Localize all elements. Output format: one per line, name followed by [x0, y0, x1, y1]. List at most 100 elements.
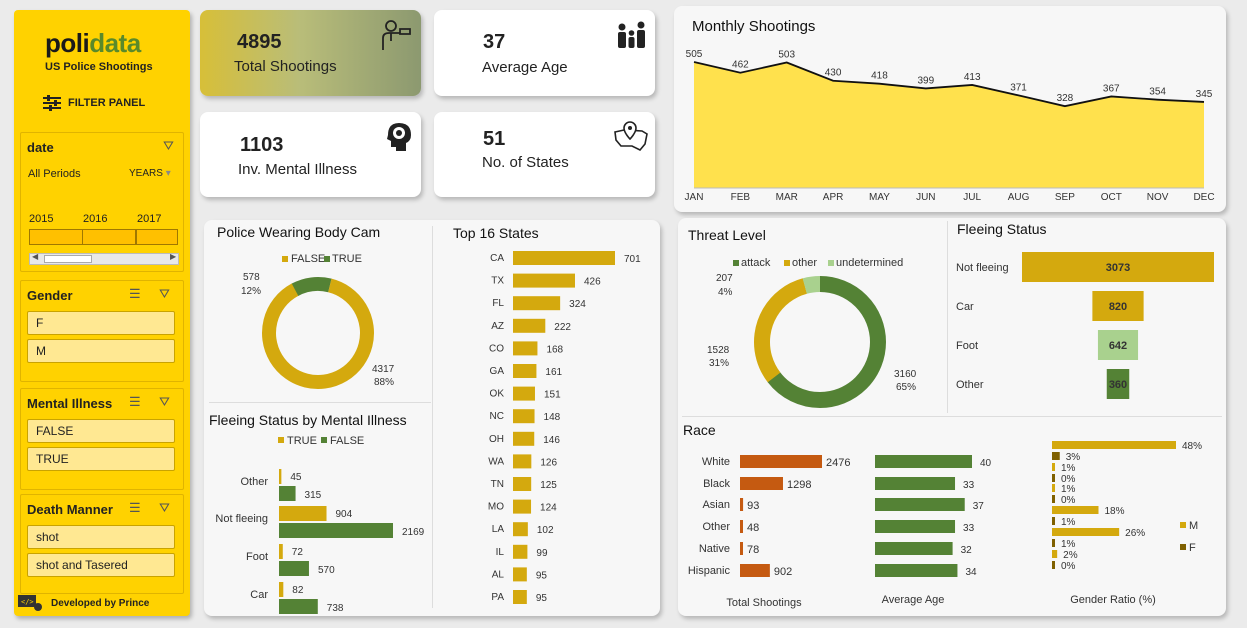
race-gender-f-bar-white [1052, 452, 1060, 460]
multi-select-icon[interactable]: ☰ [129, 500, 141, 516]
monthly-value-jul: 413 [964, 72, 981, 83]
gender-option-f[interactable]: F [27, 311, 175, 335]
mental-option-true[interactable]: TRUE [27, 447, 175, 471]
timeline-bar-2016[interactable] [82, 229, 136, 245]
race-category-black: Black [703, 478, 730, 490]
month-tick-feb: FEB [731, 192, 751, 203]
logo: polidata [45, 28, 141, 58]
state-value-ga: 161 [545, 367, 562, 378]
race-gender-m-value-hispanic: 2% [1063, 550, 1078, 561]
threat-slice-2 [754, 276, 886, 408]
race-gender-f-bar-black [1052, 474, 1055, 482]
monthly-value-aug: 371 [1010, 82, 1027, 93]
bodycam-slice-1 [262, 277, 374, 389]
race-category-native: Native [699, 543, 730, 555]
clear-filter-icon[interactable]: ⛛ [159, 286, 170, 302]
death-option-shot[interactable]: shot [27, 525, 175, 549]
developer-icon: </> [18, 595, 42, 611]
multi-select-icon[interactable]: ☰ [129, 286, 141, 302]
race-gender-axis-label: Gender Ratio (%) [1070, 594, 1156, 606]
state-tick-wa: WA [488, 456, 504, 467]
race-gender-m-bar-white [1052, 441, 1176, 449]
date-timeline-slicer[interactable]: date ⛛ All Periods YEARS ▾ 2015 2016 201… [20, 132, 184, 272]
state-tick-il: IL [496, 547, 505, 558]
month-tick-jul: JUL [963, 192, 981, 203]
race-total-bar-black [740, 477, 783, 490]
fleeing-value-0: 3073 [1106, 262, 1130, 274]
timeline-bar-2017[interactable] [136, 229, 178, 245]
race-category-asian: Asian [702, 499, 730, 511]
time-level-dropdown[interactable]: YEARS ▾ [129, 168, 171, 179]
race-gender-m-value-native: 26% [1125, 528, 1145, 539]
state-tick-ga: GA [490, 366, 505, 377]
svg-text:</>: </> [21, 598, 34, 606]
flee-value-false-1: 2169 [402, 527, 425, 538]
race-age-axis-label: Average Age [882, 594, 945, 606]
state-tick-ok: OK [490, 389, 505, 400]
state-bar-wa [513, 454, 532, 469]
clear-filter-icon[interactable]: ⛛ [163, 138, 174, 154]
state-tick-pa: PA [491, 592, 504, 603]
flee-value-true-1: 904 [336, 509, 353, 520]
flee-value-false-2: 570 [318, 565, 335, 576]
state-tick-oh: OH [489, 434, 504, 445]
legend-label-false: FALSE [291, 253, 325, 265]
gender-option-m[interactable]: M [27, 339, 175, 363]
scroll-left-icon[interactable]: ◀ [32, 252, 38, 261]
race-total-bar-white [740, 455, 822, 468]
filter-panel-label: FILTER PANEL [68, 97, 146, 109]
monthly-value-may: 418 [871, 71, 888, 82]
race-age-bar-other [875, 520, 956, 533]
monthly-value-mar: 503 [778, 49, 795, 60]
monthly-value-dec: 345 [1196, 89, 1213, 100]
threat-other-count: 1528 [707, 345, 730, 356]
legend-label-true: TRUE [332, 253, 362, 265]
state-value-tn: 125 [540, 480, 557, 491]
death-manner-slicer: Death Manner ☰ ⛛ shot shot and Tasered [20, 494, 184, 594]
multi-select-icon[interactable]: ☰ [129, 394, 141, 410]
timeline-bar-2015[interactable] [29, 229, 83, 245]
month-tick-apr: APR [823, 192, 844, 203]
race-age-bar-asian [875, 498, 965, 511]
state-tick-nc: NC [490, 411, 504, 422]
mental-option-false[interactable]: FALSE [27, 419, 175, 443]
race-gender-f-bar-asian [1052, 495, 1055, 503]
state-bar-ok [513, 386, 535, 401]
race-gender-m-value-other: 18% [1105, 506, 1125, 517]
monthly-value-apr: 430 [825, 68, 842, 79]
clear-filter-icon[interactable]: ⛛ [159, 500, 170, 516]
timeline-scrollbar[interactable]: ◀ ▶ [29, 252, 179, 265]
race-gender-m-value-white: 48% [1182, 441, 1202, 452]
legend-swatch-false [321, 437, 327, 443]
race-gender-f-value-asian: 0% [1061, 495, 1076, 506]
race-gender-m-bar-black [1052, 463, 1055, 471]
state-tick-al: AL [492, 569, 505, 580]
race-total-value-asian: 93 [747, 500, 759, 512]
monthly-value-jun: 399 [917, 75, 934, 86]
state-tick-mo: MO [488, 502, 504, 513]
flee-category-3: Car [250, 589, 268, 601]
flee-value-true-2: 72 [292, 547, 304, 558]
monthly-area [694, 62, 1204, 188]
death-option-shot-tasered[interactable]: shot and Tasered [27, 553, 175, 577]
race-total-bar-other [740, 520, 743, 533]
scroll-right-icon[interactable]: ▶ [170, 252, 176, 261]
state-value-ca: 701 [624, 254, 641, 265]
state-bar-pa [513, 590, 527, 604]
race-total-bar-native [740, 542, 743, 555]
state-tick-az: AZ [491, 321, 504, 332]
race-gender-m-bar-hispanic [1052, 550, 1058, 558]
race-age-bar-white [875, 455, 972, 468]
scrollbar-thumb[interactable] [44, 255, 92, 263]
legend-swatch-m [1180, 522, 1186, 528]
gender-slicer-title: Gender [27, 288, 73, 303]
legend-swatch-f [1180, 544, 1186, 550]
clear-filter-icon[interactable]: ⛛ [159, 394, 170, 410]
race-gender-f-value-white: 3% [1066, 452, 1081, 463]
legend-swatch-attack [733, 260, 739, 266]
flee-bar-false-1 [279, 523, 393, 538]
threat-undetermined-count: 207 [716, 273, 733, 284]
state-value-mo: 124 [540, 503, 557, 514]
legend-swatch-true [324, 256, 330, 262]
fleeing-category-0: Not fleeing [956, 262, 1009, 274]
